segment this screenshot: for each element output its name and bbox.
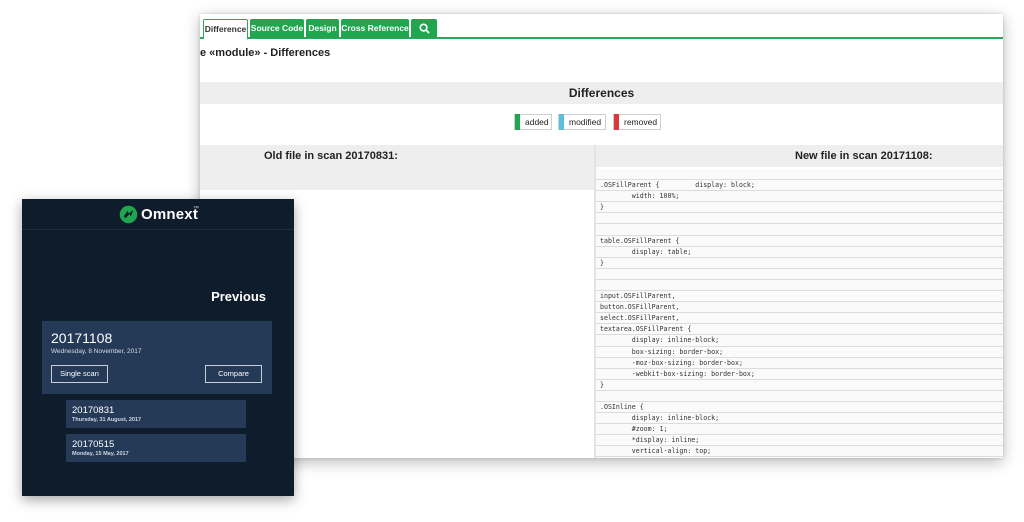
code-line xyxy=(596,169,1003,181)
scan-date: Thursday, 31 August, 2017 xyxy=(72,417,142,423)
code-line: textarea.OSFillParent { xyxy=(596,324,1003,336)
code-line: display: table; xyxy=(596,246,1003,258)
tab-source-code[interactable]: Source Code xyxy=(250,19,304,38)
code-line: .OSInline { xyxy=(596,401,1003,414)
removed-swatch xyxy=(614,114,619,130)
code-line: } xyxy=(596,202,1003,214)
scan-date: Monday, 15 May, 2017 xyxy=(72,451,129,457)
code-line: table.OSFillParent { xyxy=(596,235,1003,247)
brand-name: Omnext xyxy=(141,206,199,223)
search-icon xyxy=(418,23,430,34)
compare-button[interactable]: Compare xyxy=(205,365,262,383)
current-scan-date: Wednesday, 8 November, 2017 xyxy=(51,348,142,355)
legend-removed-label: removed xyxy=(624,117,658,127)
tab-cross-reference[interactable]: Cross Reference xyxy=(341,19,409,38)
tab-difference[interactable]: Difference xyxy=(203,19,248,40)
code-line: } xyxy=(596,257,1003,269)
new-file-header: New file in scan 20171108: xyxy=(596,145,1003,167)
differences-section-title: Differences xyxy=(200,82,1003,104)
search-tab-button[interactable] xyxy=(411,19,437,38)
old-file-header: Old file in scan 20170831: xyxy=(200,145,594,167)
previous-scan-item[interactable]: 20170515 Monday, 15 May, 2017 xyxy=(66,434,246,462)
code-line xyxy=(596,279,1003,292)
code-line: .OSFillParent { display: block; xyxy=(596,180,1003,192)
legend-modified: modified xyxy=(558,114,606,130)
omnext-logo-icon xyxy=(119,205,138,224)
code-line: box-sizing: border-box; xyxy=(596,346,1003,358)
diff-legend: added modified removed xyxy=(200,114,1003,130)
single-scan-button[interactable]: Single scan xyxy=(51,365,108,383)
code-line: width: 100%; xyxy=(596,191,1003,203)
previous-title: Previous xyxy=(211,289,266,304)
modified-swatch xyxy=(559,114,564,130)
previous-scan-item[interactable]: 20170831 Thursday, 31 August, 2017 xyxy=(66,400,246,428)
code-line xyxy=(596,224,1003,236)
code-line xyxy=(596,213,1003,225)
scan-id: 20170515 xyxy=(72,439,115,450)
trademark-mark: ™ xyxy=(193,206,199,212)
legend-added: added xyxy=(514,114,552,130)
code-line: *display: inline; xyxy=(596,435,1003,447)
legend-modified-label: modified xyxy=(569,117,602,127)
code-line: vertical-align: top; xyxy=(596,446,1003,458)
omnext-scan-panel: Omnext ™ Previous 20171108 Wednesday, 8 … xyxy=(22,199,294,496)
code-line: select.OSFillParent, xyxy=(596,313,1003,325)
tab-bar: Difference Source Code Design Cross Refe… xyxy=(200,19,1003,40)
old-file-pane xyxy=(200,167,594,190)
code-line xyxy=(596,268,1003,280)
tab-design[interactable]: Design xyxy=(306,19,339,38)
legend-added-label: added xyxy=(525,117,549,127)
code-line: #zoom: 1; xyxy=(596,424,1003,436)
code-line: button.OSFillParent, xyxy=(596,302,1003,314)
current-scan-card: 20171108 Wednesday, 8 November, 2017 Sin… xyxy=(42,321,272,394)
differences-window: Difference Source Code Design Cross Refe… xyxy=(200,14,1003,458)
code-line: input.OSFillParent, xyxy=(596,291,1003,303)
code-line: } xyxy=(596,457,1003,458)
header-divider xyxy=(22,229,294,230)
legend-removed: removed xyxy=(613,114,661,130)
new-file-code: .OSFillParent { display: block; width: 1… xyxy=(596,169,1003,458)
code-line: display: inline-block; xyxy=(596,413,1003,425)
page-title: e «module» - Differences xyxy=(200,47,331,59)
code-line: -moz-box-sizing: border-box; xyxy=(596,357,1003,369)
code-line: -webkit-box-sizing: border-box; xyxy=(596,368,1003,380)
code-line: } xyxy=(596,379,1003,391)
scan-id: 20170831 xyxy=(72,405,115,416)
code-line xyxy=(596,390,1003,402)
added-swatch xyxy=(515,114,520,130)
current-scan-id: 20171108 xyxy=(51,330,113,346)
code-line: display: inline-block; xyxy=(596,335,1003,347)
